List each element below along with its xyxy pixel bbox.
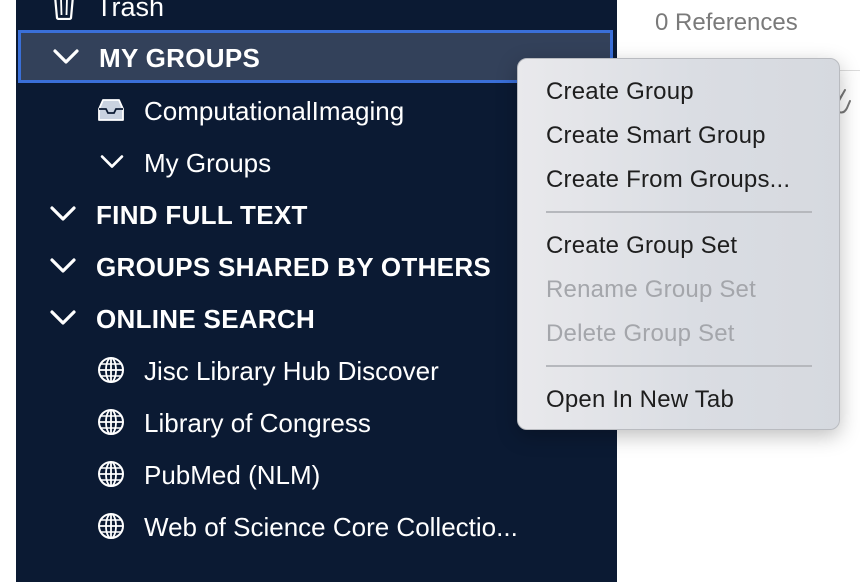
sidebar-item-label: PubMed (NLM) — [144, 460, 321, 490]
section-label: ONLINE SEARCH — [96, 304, 316, 334]
globe-icon — [98, 461, 124, 487]
section-label: MY GROUPS — [99, 43, 261, 73]
menu-item-create-smart-group[interactable]: Create Smart Group — [546, 122, 766, 150]
section-label: FIND FULL TEXT — [96, 200, 308, 230]
menu-separator — [546, 365, 812, 367]
globe-icon — [98, 357, 124, 383]
menu-item-create-group-set[interactable]: Create Group Set — [546, 232, 737, 260]
sidebar-item-label: My Groups — [144, 148, 272, 178]
sidebar-item-web-of-science[interactable]: Web of Science Core Collectio... — [16, 500, 617, 552]
trash-icon — [54, 0, 74, 20]
menu-item-open-in-new-tab[interactable]: Open In New Tab — [546, 386, 734, 414]
sidebar-item-label: Web of Science Core Collectio... — [144, 512, 518, 542]
tray-icon — [98, 99, 124, 121]
sidebar-item-label: Library of Congress — [144, 408, 371, 438]
section-label: GROUPS SHARED BY OTHERS — [96, 252, 492, 282]
menu-item-rename-group-set: Rename Group Set — [546, 276, 756, 303]
chevron-down-icon[interactable] — [51, 47, 81, 67]
chevron-down-icon[interactable] — [48, 256, 78, 276]
menu-item-delete-group-set: Delete Group Set — [546, 320, 735, 347]
sidebar-item-label: ComputationalImaging — [144, 96, 405, 126]
globe-icon — [98, 513, 124, 539]
sidebar-item-label: Trash — [96, 0, 165, 22]
reference-count: 0 References — [655, 9, 798, 36]
sidebar-item-pubmed[interactable]: PubMed (NLM) — [16, 448, 617, 500]
context-menu: Create Group Create Smart Group Create F… — [517, 58, 840, 430]
menu-item-create-group[interactable]: Create Group — [546, 78, 694, 106]
globe-icon — [98, 409, 124, 435]
chevron-down-icon[interactable] — [98, 153, 126, 171]
sidebar-item-label: Jisc Library Hub Discover — [144, 356, 439, 386]
menu-separator — [546, 211, 812, 213]
chevron-down-icon[interactable] — [48, 308, 78, 328]
menu-item-create-from-groups[interactable]: Create From Groups... — [546, 166, 790, 194]
sidebar-item-trash[interactable]: Trash — [16, 0, 617, 22]
chevron-down-icon[interactable] — [48, 204, 78, 224]
